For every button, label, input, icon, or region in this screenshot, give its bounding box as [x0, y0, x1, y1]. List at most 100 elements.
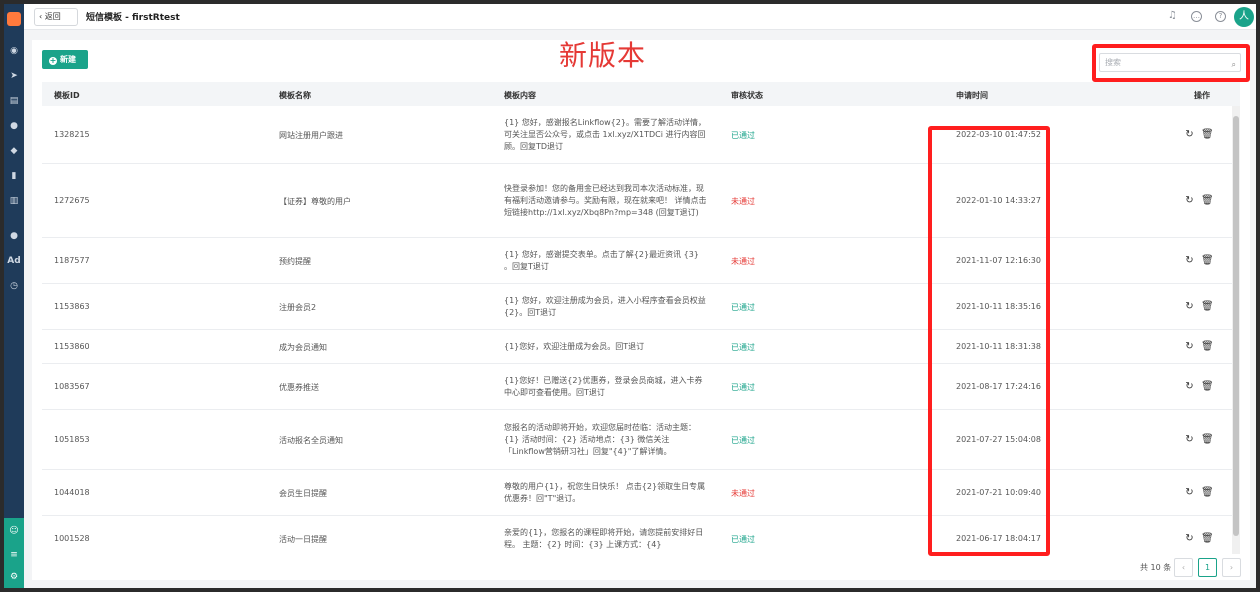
message-icon[interactable]: …: [1191, 11, 1202, 22]
col-time: 申请时间: [956, 91, 988, 100]
cell-time: 2021-11-07 12:16:30: [956, 256, 1041, 265]
refresh-icon[interactable]: ↻: [1184, 255, 1195, 266]
cell-name: 预约提醒: [279, 257, 311, 266]
delete-icon[interactable]: 🗑: [1201, 301, 1214, 312]
table-row: 1001528 活动一日提醒 亲爱的{1}，您报名的课程即将开始，请您提前安排好日程…: [42, 516, 1232, 554]
refresh-icon[interactable]: ↻: [1184, 434, 1195, 445]
cell-status: 未通过: [731, 197, 755, 206]
table-row: 1328215 网站注册用户跟进 {1} 您好，感谢报名Linkflow{2}。需要…: [42, 106, 1232, 164]
refresh-icon[interactable]: ↻: [1184, 129, 1195, 140]
row-actions: ↻ 🗑: [1184, 533, 1218, 544]
refresh-icon[interactable]: ↻: [1184, 195, 1195, 206]
cell-status: 已通过: [731, 436, 755, 445]
cell-name: 优惠券推送: [279, 383, 319, 392]
cell-status: 未通过: [731, 257, 755, 266]
menu-icon[interactable]: ≡: [7, 548, 21, 562]
cell-content: {1} 您好，欢迎注册成为会员，进入小程序查看会员权益{2}。回T退订: [504, 296, 706, 317]
avatar[interactable]: 人: [1234, 7, 1254, 27]
next-page-button[interactable]: ›: [1222, 558, 1241, 577]
cell-time: 2021-07-27 15:04:08: [956, 435, 1041, 444]
user-icon[interactable]: ●: [7, 119, 21, 133]
cell-id: 1001528: [54, 534, 90, 543]
chat-icon[interactable]: ●: [7, 229, 21, 243]
delete-icon[interactable]: 🗑: [1201, 381, 1214, 392]
refresh-icon[interactable]: ↻: [1184, 487, 1195, 498]
delete-icon[interactable]: 🗑: [1201, 533, 1214, 544]
row-actions: ↻ 🗑: [1184, 487, 1218, 498]
delete-icon[interactable]: 🗑: [1201, 129, 1214, 140]
top-header: ‹ 返回 短信模板 - firstRtest ♫ … ? 人: [24, 4, 1256, 30]
dashboard-icon[interactable]: ◉: [7, 44, 21, 58]
cell-status: 未通过: [731, 489, 755, 498]
back-button[interactable]: ‹ 返回: [34, 8, 78, 26]
cell-id: 1153863: [54, 302, 90, 311]
row-actions: ↻ 🗑: [1184, 129, 1218, 140]
search-placeholder: 搜索: [1105, 58, 1121, 67]
ad-icon[interactable]: Ad: [7, 254, 21, 268]
cell-id: 1083567: [54, 382, 90, 391]
refresh-icon[interactable]: ↻: [1184, 533, 1195, 544]
cell-id: 1044018: [54, 488, 90, 497]
app-logo: [7, 12, 21, 26]
settings-icon[interactable]: ⚙: [7, 570, 21, 584]
cell-time: 2021-07-21 10:09:40: [956, 488, 1041, 497]
col-content: 模板内容: [504, 91, 536, 100]
cell-content: 快登录参加！您的备用金已经达到我司本次活动标准，现有福利活动邀请参与。奖励有限，…: [504, 184, 707, 217]
cell-name: 成为会员通知: [279, 343, 327, 352]
back-label: 返回: [44, 12, 61, 21]
scroll-thumb[interactable]: [1233, 116, 1239, 536]
delete-icon[interactable]: 🗑: [1201, 195, 1214, 206]
page-number[interactable]: 1: [1198, 558, 1217, 577]
col-status: 审核状态: [731, 91, 763, 100]
col-actions: 操作: [1194, 91, 1210, 100]
refresh-icon[interactable]: ↻: [1184, 381, 1195, 392]
cell-time: 2022-01-10 14:33:27: [956, 196, 1041, 205]
main-card: + 新建 新版本 搜索 ⌕ 模板ID 模板名称 模板内容 审核状态 申请时间 操作…: [32, 39, 1250, 580]
bookmark-icon[interactable]: ▮: [7, 169, 21, 183]
cell-status: 已通过: [731, 303, 755, 312]
table-row: 1083567 优惠券推送 {1}您好！已赠送{2}优惠券，登录会员商城，进入卡券中…: [42, 364, 1232, 410]
page-title: 短信模板 - firstRtest: [86, 13, 180, 23]
row-actions: ↻ 🗑: [1184, 434, 1218, 445]
table-icon[interactable]: ▤: [7, 94, 21, 108]
cell-name: 活动一日提醒: [279, 535, 327, 544]
refresh-icon[interactable]: ↻: [1184, 301, 1195, 312]
new-button[interactable]: + 新建: [42, 50, 88, 69]
table-row: 1187577 预约提醒 {1} 您好，感谢提交表单。点击了解{2}最近资讯 {3}…: [42, 238, 1232, 284]
cell-content: 尊敬的用户{1}，祝您生日快乐！ 点击{2}领取生日专属优惠券！回"T"退订。: [504, 482, 706, 503]
delete-icon[interactable]: 🗑: [1201, 487, 1214, 498]
table-row: 1153860 成为会员通知 {1}您好，欢迎注册成为会员。回T退订 已通过 2021-…: [42, 330, 1232, 364]
cell-name: 网站注册用户跟进: [279, 131, 343, 140]
delete-icon[interactable]: 🗑: [1201, 341, 1214, 352]
cell-time: 2021-10-11 18:35:16: [956, 302, 1041, 311]
cell-content: 您报名的活动即将开始，欢迎您届时莅临：活动主题：{1} 活动时间：{2} 活动地…: [504, 423, 696, 456]
cell-name: 【证券】尊敬的用户: [279, 197, 351, 206]
chart-icon[interactable]: ▥: [7, 194, 21, 208]
refresh-icon[interactable]: ↻: [1184, 341, 1195, 352]
delete-icon[interactable]: 🗑: [1201, 434, 1214, 445]
cell-id: 1153860: [54, 342, 90, 351]
app-window: ◉ ➤ ▤ ● ◆ ▮ ▥ ● Ad ◷ ☺ ≡ ⚙ ‹ 返回 短信模板 - f…: [4, 4, 1256, 588]
cell-content: 亲爱的{1}，您报名的课程即将开始，请您提前安排好日程。 主题：{2} 时间：{…: [504, 528, 704, 549]
cell-time: 2021-10-11 18:31:38: [956, 342, 1041, 351]
table-scrollbar[interactable]: [1232, 106, 1240, 554]
total-count: 共 10 条: [1140, 563, 1172, 572]
cell-content: {1} 您好，感谢报名Linkflow{2}。需要了解活动详情，可关注显否公众号…: [504, 118, 706, 151]
search-input[interactable]: 搜索 ⌕: [1099, 53, 1241, 72]
plus-icon: +: [49, 56, 57, 65]
cell-name: 注册会员2: [279, 303, 317, 312]
clock-icon[interactable]: ◷: [7, 279, 21, 293]
prev-page-button[interactable]: ‹: [1174, 558, 1193, 577]
row-actions: ↻ 🗑: [1184, 381, 1218, 392]
users-icon[interactable]: ◆: [7, 144, 21, 158]
row-actions: ↻ 🗑: [1184, 195, 1218, 206]
send-icon[interactable]: ➤: [7, 69, 21, 83]
cell-name: 活动报名全员通知: [279, 436, 343, 445]
robot-icon[interactable]: ☺: [7, 524, 21, 538]
help-icon[interactable]: ?: [1215, 11, 1226, 22]
bell-icon[interactable]: ♫: [1167, 11, 1178, 22]
row-actions: ↻ 🗑: [1184, 341, 1218, 352]
cell-id: 1272675: [54, 196, 90, 205]
delete-icon[interactable]: 🗑: [1201, 255, 1214, 266]
search-icon[interactable]: ⌕: [1232, 56, 1236, 73]
